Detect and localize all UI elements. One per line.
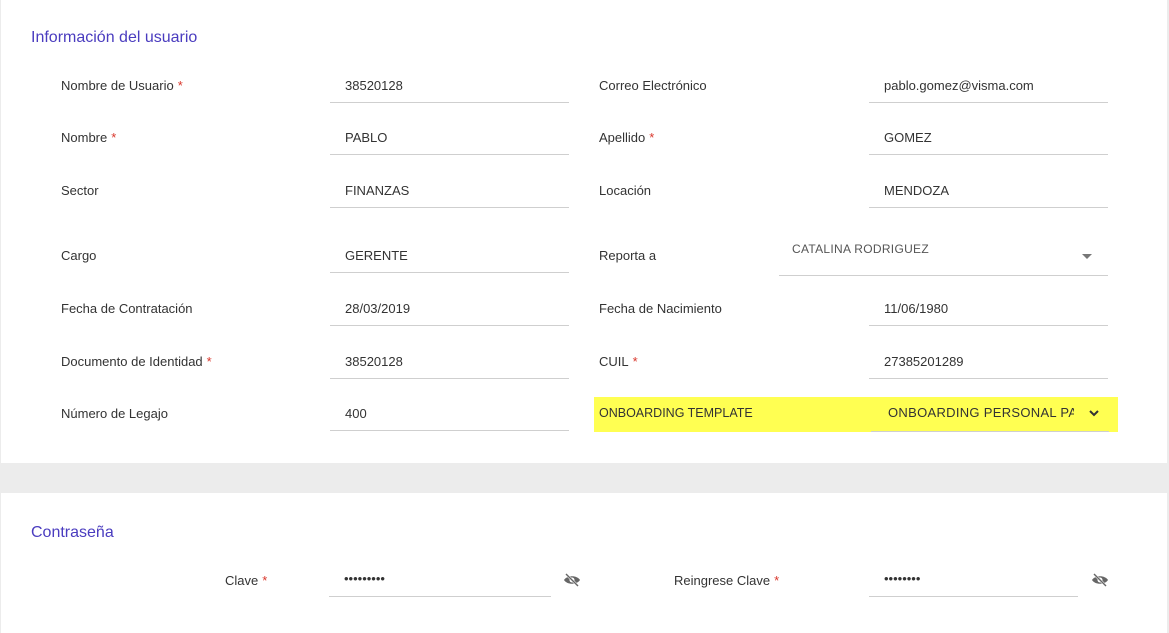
reports-to-label: Reporta a bbox=[599, 248, 657, 263]
key-value: ••••••••• bbox=[344, 571, 385, 586]
email-field[interactable]: pablo.gomez@visma.com bbox=[869, 67, 1108, 103]
caret-down-icon bbox=[1082, 254, 1092, 259]
cuil-value: 27385201289 bbox=[884, 354, 964, 369]
email-value: pablo.gomez@visma.com bbox=[884, 78, 1034, 93]
username-value: 38520128 bbox=[345, 78, 403, 93]
password-card: Contraseña Clave * ••••••••• Reingrese Cl… bbox=[1, 493, 1167, 633]
id-document-field[interactable]: 38520128 bbox=[330, 343, 569, 379]
onboarding-template-select[interactable]: ONBOARDING PERSONAL PASANTE bbox=[871, 397, 1109, 432]
id-document-value: 38520128 bbox=[345, 354, 403, 369]
location-value: MENDOZA bbox=[884, 183, 949, 198]
key-field[interactable]: ••••••••• bbox=[329, 561, 551, 597]
last-name-label: Apellido * bbox=[599, 130, 655, 145]
reports-to-value: CATALINA RODRIGUEZ bbox=[792, 242, 929, 256]
repeat-key-label: Reingrese Clave * bbox=[674, 573, 780, 588]
location-label: Locación bbox=[599, 183, 652, 198]
onboarding-template-value: ONBOARDING PERSONAL PASANTE bbox=[888, 405, 1074, 420]
birth-date-value: 11/06/1980 bbox=[884, 301, 949, 316]
last-name-value: GOMEZ bbox=[884, 130, 932, 145]
username-label: Nombre de Usuario * bbox=[61, 78, 183, 93]
first-name-label: Nombre * bbox=[61, 130, 117, 145]
hire-date-label: Fecha de Contratación bbox=[61, 301, 193, 316]
first-name-value: PABLO bbox=[345, 130, 388, 145]
section-title-password: Contraseña bbox=[31, 524, 114, 541]
key-label: Clave * bbox=[225, 573, 268, 588]
birth-date-label: Fecha de Nacimiento bbox=[599, 301, 722, 316]
location-field[interactable]: MENDOZA bbox=[869, 172, 1108, 208]
sector-field[interactable]: FINANZAS bbox=[330, 172, 569, 208]
file-number-value: 400 bbox=[345, 406, 367, 421]
eye-off-icon[interactable] bbox=[563, 573, 581, 587]
first-name-field[interactable]: PABLO bbox=[330, 119, 569, 155]
birth-date-field[interactable]: 11/06/1980 bbox=[869, 290, 1108, 326]
sector-value: FINANZAS bbox=[345, 183, 410, 198]
file-number-field[interactable]: 400 bbox=[330, 395, 569, 431]
reports-to-select[interactable]: CATALINA RODRIGUEZ bbox=[779, 234, 1108, 276]
onboarding-template-label: ONBOARDING TEMPLATE bbox=[599, 406, 753, 420]
cuil-field[interactable]: 27385201289 bbox=[869, 343, 1108, 379]
hire-date-value: 28/03/2019 bbox=[345, 301, 411, 316]
eye-off-icon[interactable] bbox=[1091, 573, 1109, 587]
hire-date-field[interactable]: 28/03/2019 bbox=[330, 290, 569, 326]
username-field[interactable]: 38520128 bbox=[330, 67, 569, 103]
cuil-label: CUIL * bbox=[599, 354, 638, 369]
position-field[interactable]: GERENTE bbox=[330, 237, 569, 273]
id-document-label: Documento de Identidad * bbox=[61, 354, 212, 369]
position-value: GERENTE bbox=[345, 248, 408, 263]
sector-label: Sector bbox=[61, 183, 99, 198]
last-name-field[interactable]: GOMEZ bbox=[869, 119, 1108, 155]
email-label: Correo Electrónico bbox=[599, 78, 707, 93]
section-title-user-info: Información del usuario bbox=[31, 29, 198, 46]
repeat-key-value: •••••••• bbox=[884, 571, 921, 586]
user-info-card: Información del usuario Nombre de Usuari… bbox=[1, 0, 1167, 463]
repeat-key-field[interactable]: •••••••• bbox=[869, 561, 1078, 597]
file-number-label: Número de Legajo bbox=[61, 406, 168, 421]
position-label: Cargo bbox=[61, 248, 97, 263]
chevron-down-icon bbox=[1089, 410, 1099, 417]
